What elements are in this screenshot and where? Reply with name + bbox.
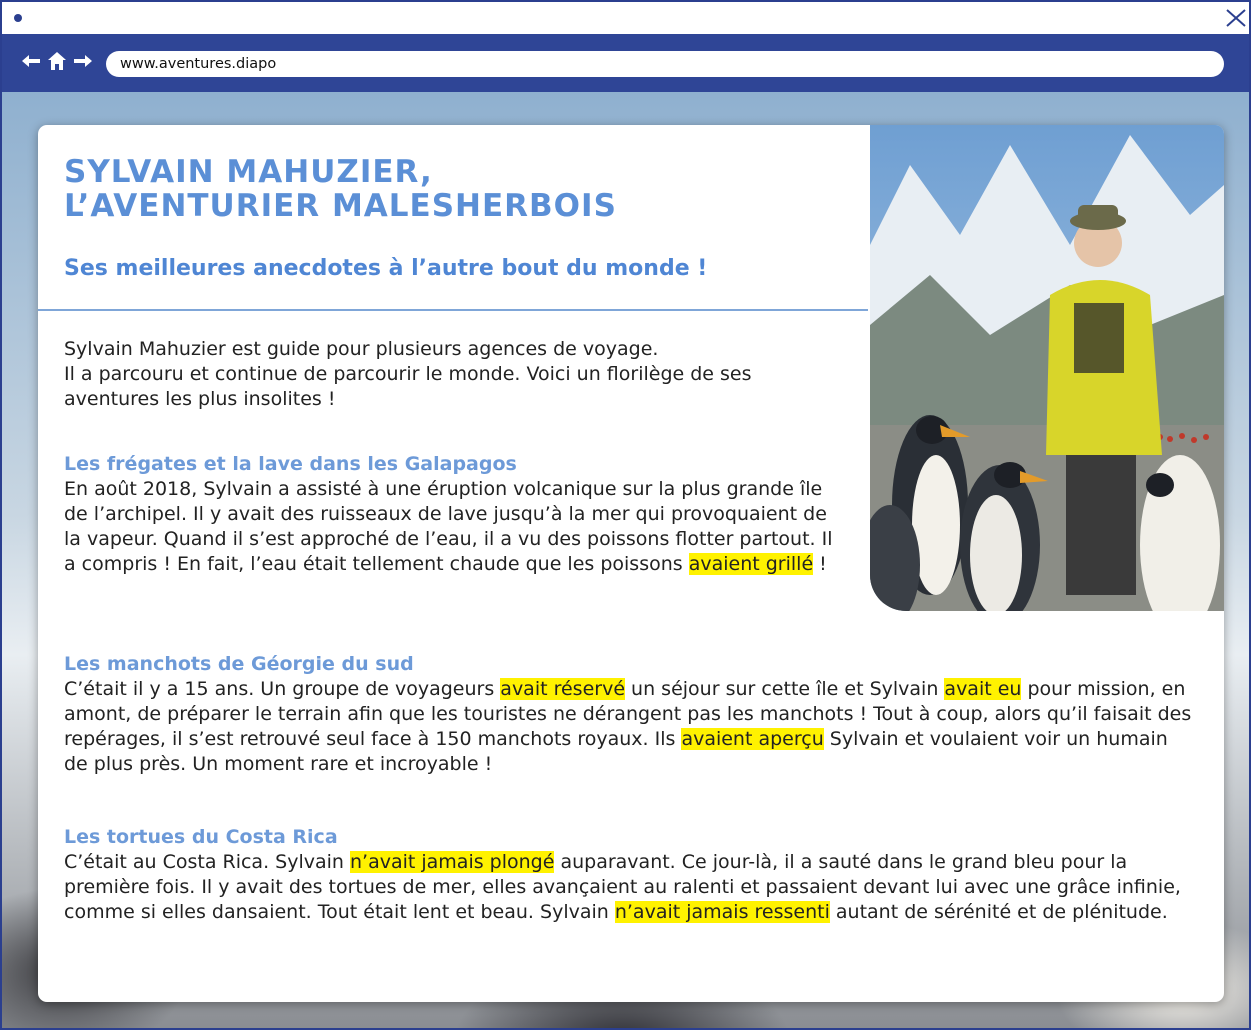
title-line-2: l’aventurier malesherbois	[64, 188, 617, 224]
intro-line-2: Il a parcouru et continue de parcourir l…	[64, 363, 752, 410]
section-body: C’était au Costa Rica. Sylvain n’avait j…	[64, 850, 1194, 925]
highlighted-verb: n’avait jamais plongé	[349, 851, 555, 873]
window-dot-icon	[14, 14, 22, 22]
highlighted-verb: n’avait jamais ressenti	[614, 901, 830, 923]
section-body: En août 2018, Sylvain a assisté à une ér…	[64, 477, 844, 577]
highlighted-verb: avaient aperçu	[681, 728, 824, 750]
navigation-bar: www.aventures.diapo	[2, 34, 1249, 92]
section-costa-rica: Les tortues du Costa Rica C’était au Cos…	[64, 825, 1194, 925]
guide-with-penguins-photo	[870, 125, 1224, 611]
section-heading: Les frégates et la lave dans les Galapag…	[64, 453, 517, 475]
page-subtitle: Ses meilleures anecdotes à l’autre bout …	[64, 256, 708, 281]
intro-line-1: Sylvain Mahuzier est guide pour plusieur…	[64, 338, 659, 360]
close-icon[interactable]	[1223, 6, 1247, 30]
section-body: C’était il y a 15 ans. Un groupe de voya…	[64, 677, 1194, 777]
highlighted-verb: avaient grillé	[688, 553, 814, 575]
section-heading: Les manchots de Géorgie du sud	[64, 653, 414, 675]
title-line-1: Sylvain Mahuzier,	[64, 154, 433, 190]
section-heading: Les tortues du Costa Rica	[64, 826, 338, 848]
body-text: autant de sérénité et de plénitude.	[829, 901, 1168, 923]
title-bar	[2, 2, 1249, 34]
section-galapagos: Les frégates et la lave dans les Galapag…	[64, 452, 844, 577]
arrow-left-icon[interactable]	[20, 49, 42, 73]
photo-illustration	[870, 125, 1224, 611]
highlighted-verb: avait eu	[944, 678, 1022, 700]
address-bar[interactable]: www.aventures.diapo	[106, 51, 1224, 77]
home-icon[interactable]	[46, 49, 68, 73]
arrow-right-icon[interactable]	[72, 49, 94, 73]
browser-window: www.aventures.diapo Sylvain Mahuzier, l’…	[0, 0, 1251, 1030]
divider	[38, 309, 868, 311]
body-text: un séjour sur cette île et Sylvain	[625, 678, 945, 700]
section-georgia-penguins: Les manchots de Géorgie du sud C’était i…	[64, 652, 1194, 777]
page-title: Sylvain Mahuzier, l’aventurier malesherb…	[64, 155, 844, 223]
body-text: C’était au Costa Rica. Sylvain	[64, 851, 350, 873]
article-card: Sylvain Mahuzier, l’aventurier malesherb…	[38, 125, 1224, 1002]
highlighted-verb: avait réservé	[500, 678, 626, 700]
body-text: C’était il y a 15 ans. Un groupe de voya…	[64, 678, 501, 700]
body-text: !	[813, 553, 827, 575]
intro-paragraph: Sylvain Mahuzier est guide pour plusieur…	[64, 337, 844, 412]
